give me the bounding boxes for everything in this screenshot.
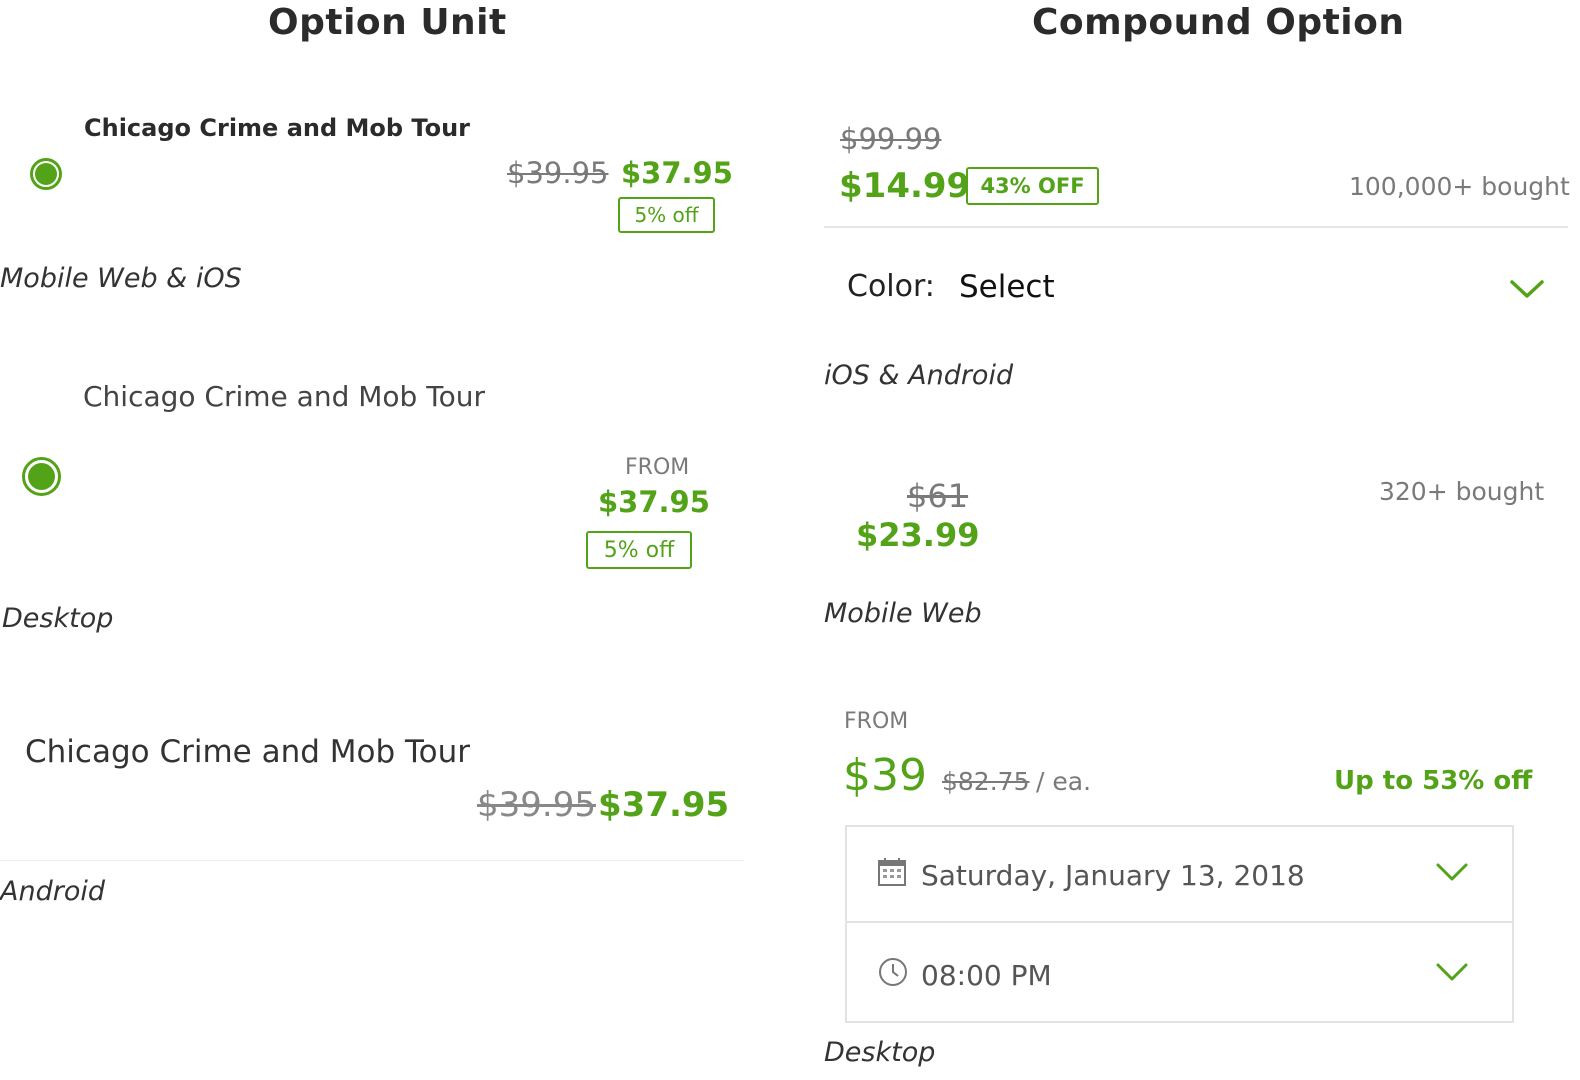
compound-desktop-original-price: $82.75 bbox=[942, 767, 1030, 796]
radio-selected-icon[interactable] bbox=[22, 457, 61, 496]
time-select[interactable]: 08:00 PM bbox=[845, 921, 1514, 1023]
desktop-price: $37.95 bbox=[598, 485, 710, 519]
time-value: 08:00 PM bbox=[921, 959, 1052, 992]
mobile-web-caption: Mobile Web bbox=[824, 598, 982, 629]
chevron-down-icon[interactable] bbox=[1509, 277, 1545, 301]
mobile-ios-original-price: $39.95 bbox=[507, 156, 609, 190]
mobile-ios-discount-badge: 5% off bbox=[618, 197, 715, 233]
color-select-value[interactable]: Select bbox=[959, 269, 1055, 305]
android-divider bbox=[0, 860, 744, 861]
desktop-discount-badge: 5% off bbox=[586, 531, 692, 569]
ios-android-discount-badge: 43% OFF bbox=[966, 167, 1099, 205]
calendar-icon bbox=[878, 858, 906, 886]
radio-selected-icon[interactable] bbox=[30, 158, 62, 190]
compound-desktop-caption: Desktop bbox=[824, 1037, 936, 1068]
compound-desktop-from-label: FROM bbox=[844, 709, 909, 734]
clock-icon bbox=[879, 958, 907, 986]
option-unit-heading: Option Unit bbox=[268, 2, 507, 43]
date-value: Saturday, January 13, 2018 bbox=[921, 859, 1305, 892]
compound-desktop-discount: Up to 53% off bbox=[1334, 766, 1533, 796]
mobile-web-original-price: $61 bbox=[907, 477, 969, 515]
chevron-down-icon bbox=[1436, 863, 1468, 881]
android-original-price: $39.95 bbox=[477, 785, 596, 825]
mobile-ios-option-title: Chicago Crime and Mob Tour bbox=[84, 114, 471, 142]
color-label: Color: bbox=[847, 269, 935, 304]
desktop-from-label: FROM bbox=[625, 455, 690, 480]
ios-android-divider bbox=[824, 226, 1568, 228]
mobile-web-price: $23.99 bbox=[856, 516, 980, 554]
mobile-web-bought-count: 320+ bought bbox=[1379, 477, 1545, 506]
compound-desktop-per-unit: / ea. bbox=[1036, 767, 1092, 796]
ios-android-caption: iOS & Android bbox=[824, 360, 1014, 391]
date-select[interactable]: Saturday, January 13, 2018 bbox=[845, 825, 1514, 923]
desktop-option-title: Chicago Crime and Mob Tour bbox=[83, 380, 485, 413]
mobile-ios-caption: Mobile Web & iOS bbox=[0, 263, 242, 294]
compound-option-heading: Compound Option bbox=[1032, 2, 1405, 43]
android-option-title: Chicago Crime and Mob Tour bbox=[25, 734, 471, 770]
ios-android-price: $14.99 bbox=[839, 166, 971, 206]
android-price: $37.95 bbox=[598, 785, 730, 825]
mobile-ios-price: $37.95 bbox=[621, 156, 733, 190]
desktop-caption: Desktop bbox=[2, 603, 114, 634]
ios-android-bought-count: 100,000+ bought bbox=[1349, 172, 1570, 201]
android-caption: Android bbox=[0, 876, 105, 907]
chevron-down-icon bbox=[1436, 963, 1468, 981]
ios-android-original-price: $99.99 bbox=[840, 122, 942, 156]
compound-desktop-price: $39 bbox=[843, 750, 927, 801]
